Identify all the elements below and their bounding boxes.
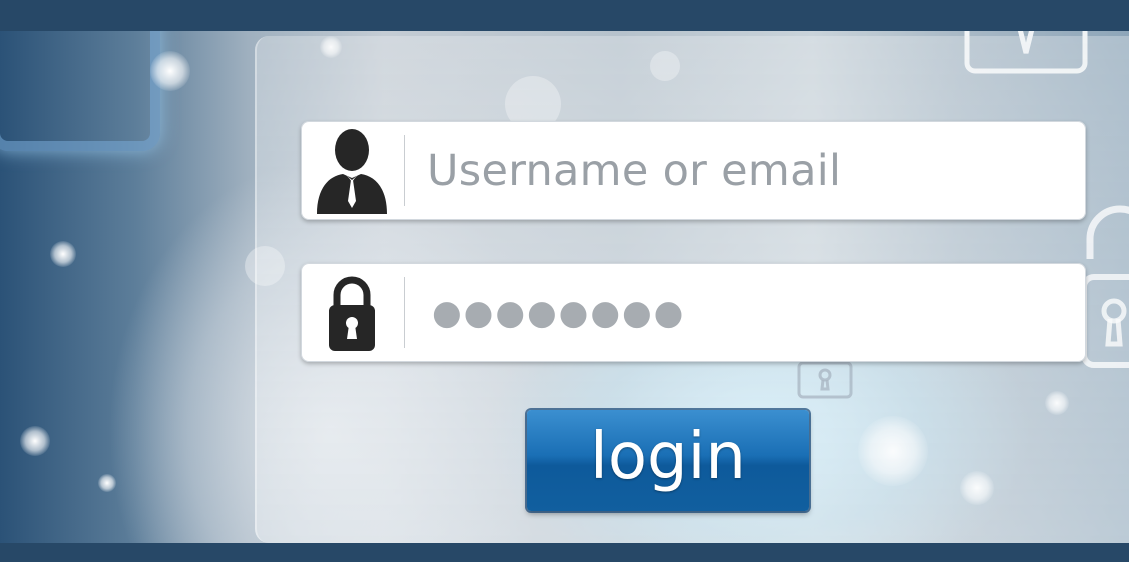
sparkle — [150, 51, 190, 91]
sparkle — [98, 474, 116, 492]
field-divider — [404, 135, 405, 206]
sparkle — [20, 426, 50, 456]
sparkle — [50, 241, 76, 267]
bottom-bar — [0, 543, 1129, 562]
password-mask: ●●●●●●●● — [432, 292, 686, 333]
field-divider — [404, 277, 405, 348]
password-field[interactable]: ●●●●●●●● — [301, 263, 1086, 362]
glowing-square-decoration — [0, 31, 160, 151]
username-placeholder: Username or email — [427, 145, 842, 196]
login-button[interactable]: login — [527, 410, 809, 511]
username-field[interactable]: Username or email — [301, 121, 1086, 220]
padlock-icon — [301, 263, 403, 362]
login-banner: Username or email ●●●●●●●● login — [0, 0, 1129, 562]
top-bar — [0, 0, 1129, 31]
login-button-label: login — [590, 419, 746, 494]
user-icon — [301, 121, 403, 220]
